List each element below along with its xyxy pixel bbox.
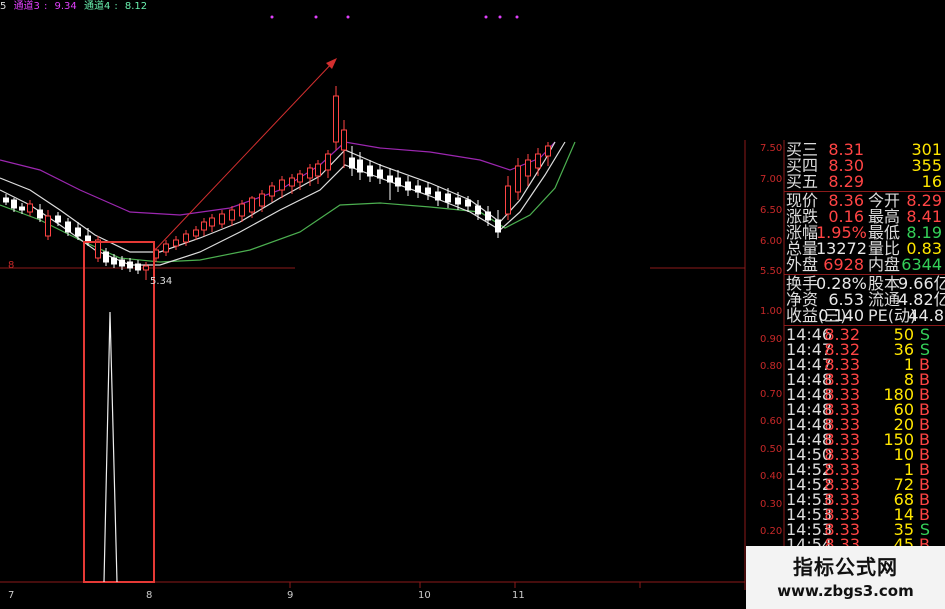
candle bbox=[349, 146, 355, 176]
quote-stat-row: 外盘 6928 内盘 6344 bbox=[786, 257, 945, 273]
indicator-axis-label: 1.00 bbox=[760, 306, 783, 317]
price-axis-label: 6.00 bbox=[760, 236, 783, 247]
candle bbox=[209, 214, 215, 232]
signal-highlight-box bbox=[83, 241, 155, 583]
order-book-label: 买五 bbox=[786, 172, 819, 191]
indicator-spike bbox=[103, 311, 118, 583]
indicator-axis-label: 0.90 bbox=[760, 334, 783, 345]
x-axis-label: 8 bbox=[146, 590, 153, 601]
candle bbox=[269, 182, 275, 202]
watermark-title: 指标公式网 bbox=[793, 555, 898, 579]
channel3-sep: : bbox=[43, 1, 48, 12]
channel3-label: 通道3 bbox=[13, 1, 40, 12]
candle bbox=[193, 226, 199, 240]
order-book-row: 买五 8.29 16 bbox=[786, 174, 945, 190]
candles bbox=[3, 86, 551, 280]
candle bbox=[259, 190, 265, 212]
channel4-label: 通道4 bbox=[83, 1, 111, 12]
low-price-marker: 5.34 bbox=[150, 276, 173, 287]
indicator-axis-label: 0.50 bbox=[760, 444, 783, 455]
price-axis-label: 6.50 bbox=[760, 205, 783, 216]
order-book-volume: 16 bbox=[921, 172, 942, 191]
x-axis-label: 9 bbox=[287, 590, 294, 601]
indicator-axis-label: 0.80 bbox=[760, 361, 783, 372]
candle bbox=[135, 260, 141, 274]
candle bbox=[127, 258, 133, 272]
quote-stat-row: 收益(三) 0.140 PE(动) 44.8 bbox=[786, 308, 945, 324]
candle bbox=[505, 176, 511, 220]
candle bbox=[515, 158, 521, 200]
candle bbox=[27, 200, 33, 216]
x-axis-label: 11 bbox=[512, 590, 525, 601]
candle bbox=[279, 176, 285, 198]
price-axis-label: 7.50 bbox=[760, 143, 783, 154]
indicator-axis-label: 0.30 bbox=[760, 499, 783, 510]
indicator-axis-label: 0.40 bbox=[760, 471, 783, 482]
trend-arrow bbox=[154, 59, 336, 251]
candle bbox=[387, 168, 393, 200]
candle bbox=[45, 210, 51, 240]
candle bbox=[395, 170, 401, 192]
candle bbox=[425, 182, 431, 200]
candle bbox=[435, 186, 441, 206]
candle bbox=[325, 150, 331, 178]
order-book-price: 8.29 bbox=[828, 172, 864, 191]
candle bbox=[55, 212, 61, 226]
candle bbox=[249, 196, 255, 218]
watermark-url: www.zbgs3.com bbox=[777, 582, 914, 600]
indicator-axis-label: 0.20 bbox=[760, 526, 783, 537]
stat-value: 44.8 bbox=[908, 306, 944, 325]
price-axis-label: 7.00 bbox=[760, 174, 783, 185]
channel4-sep: : bbox=[114, 1, 118, 12]
candle bbox=[297, 170, 303, 190]
header-prefix: 5 bbox=[0, 1, 7, 12]
candle bbox=[377, 164, 383, 184]
candle bbox=[3, 194, 9, 205]
indicator-axis-label: 0.60 bbox=[760, 416, 783, 427]
candle bbox=[219, 210, 225, 228]
x-axis-label: 7 bbox=[8, 590, 15, 601]
stat-label: 内盘 bbox=[868, 255, 901, 274]
channel3-value: 9.34 bbox=[54, 1, 77, 12]
watermark: 指标公式网 www.zbgs3.com bbox=[746, 546, 945, 609]
candle bbox=[341, 120, 347, 168]
candle bbox=[525, 154, 531, 186]
signal-label: 8 bbox=[8, 260, 15, 271]
stat-value: 6928 bbox=[823, 255, 864, 274]
candle bbox=[475, 200, 481, 220]
top-markers bbox=[270, 15, 519, 19]
channel4-value: 8.12 bbox=[124, 1, 148, 12]
candle bbox=[485, 206, 491, 226]
channel3-line bbox=[0, 141, 556, 216]
indicator-axis-label: 0.70 bbox=[760, 389, 783, 400]
candle bbox=[163, 240, 169, 256]
stat-value: 0.140 bbox=[818, 306, 864, 325]
candle bbox=[333, 86, 339, 150]
stat-value: 6344 bbox=[901, 255, 942, 274]
candle bbox=[415, 180, 421, 198]
channel-lines bbox=[0, 141, 576, 266]
candle bbox=[545, 142, 551, 166]
x-axis-label: 10 bbox=[418, 590, 431, 601]
candle bbox=[367, 160, 373, 182]
candle bbox=[95, 236, 101, 262]
stat-label: 外盘 bbox=[786, 255, 819, 274]
candle bbox=[535, 148, 541, 176]
candle bbox=[229, 206, 235, 226]
stock-chart-window: 5 通道3: 9.34 通道4: 8.12 7.50 7.00 6.50 6.0… bbox=[0, 0, 945, 609]
candle bbox=[201, 218, 207, 236]
candle bbox=[495, 210, 501, 238]
candle bbox=[173, 236, 179, 250]
indicator-header: 5 通道3: 9.34 通道4: 8.12 bbox=[0, 0, 151, 14]
price-axis-label: 5.50 bbox=[760, 266, 783, 277]
candle bbox=[405, 176, 411, 196]
candle bbox=[315, 160, 321, 184]
